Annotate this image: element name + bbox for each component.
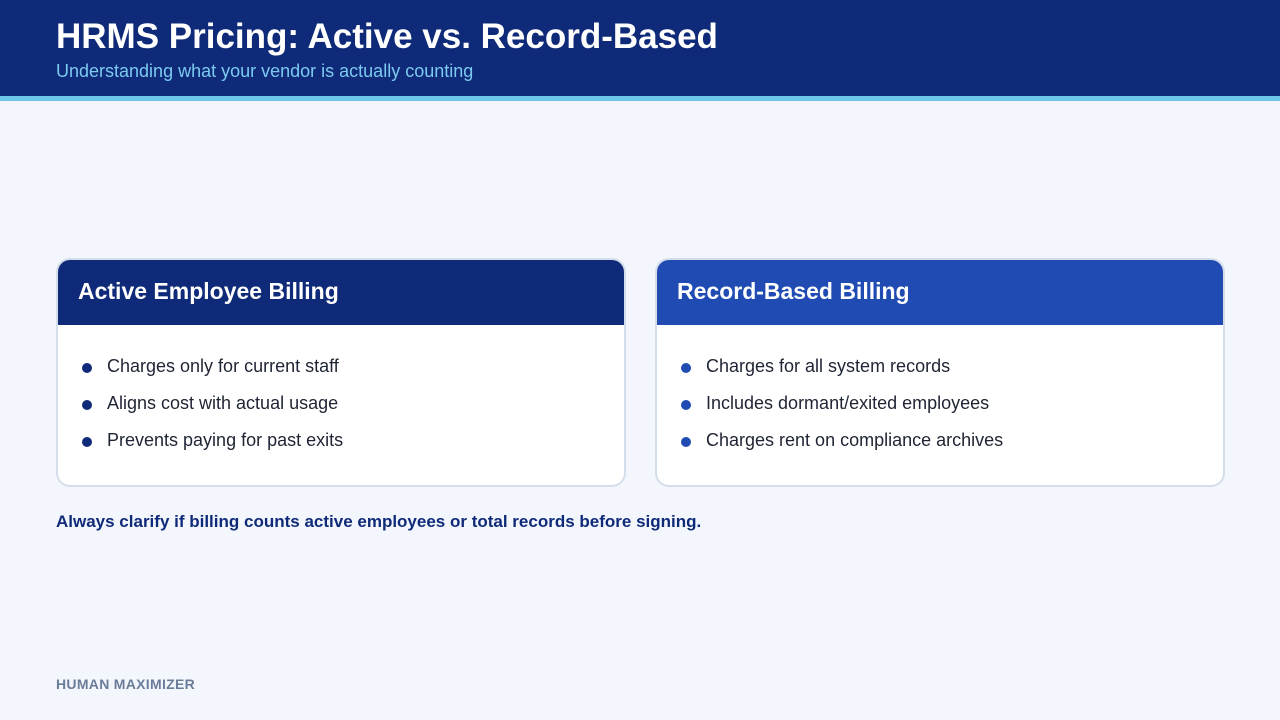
list-item-text: Charges rent on compliance archives (706, 430, 1004, 450)
card-title: Active Employee Billing (78, 278, 339, 304)
list-item: Charges rent on compliance archives (681, 422, 1223, 459)
list-item: Charges only for current staff (82, 348, 624, 385)
header-bar: HRMS Pricing: Active vs. Record-Based Un… (0, 0, 1280, 96)
list-item-text: Charges only for current staff (107, 356, 339, 376)
bullet-icon (82, 437, 92, 447)
card-list: Charges only for current staff Aligns co… (58, 325, 624, 459)
page-subtitle: Understanding what your vendor is actual… (56, 61, 474, 81)
card-title: Record-Based Billing (677, 278, 910, 304)
card-header: Record-Based Billing (657, 260, 1223, 325)
list-item: Charges for all system records (681, 348, 1223, 385)
bullet-icon (681, 437, 691, 447)
page-title: HRMS Pricing: Active vs. Record-Based (56, 17, 718, 56)
list-item-text: Aligns cost with actual usage (107, 393, 339, 413)
footer-brand: HUMAN MAXIMIZER (56, 676, 196, 692)
list-item: Includes dormant/exited employees (681, 385, 1223, 422)
list-item: Aligns cost with actual usage (82, 385, 624, 422)
list-item: Prevents paying for past exits (82, 422, 624, 459)
card-header: Active Employee Billing (58, 260, 624, 325)
record-billing-card: Record-Based Billing Charges for all sys… (655, 258, 1225, 487)
list-item-text: Prevents paying for past exits (107, 430, 344, 450)
active-billing-card: Active Employee Billing Charges only for… (56, 258, 626, 487)
card-list: Charges for all system records Includes … (657, 325, 1223, 459)
list-item-text: Includes dormant/exited employees (706, 393, 990, 413)
callout-text: Always clarify if billing counts active … (56, 512, 702, 531)
bullet-icon (82, 363, 92, 373)
bullet-icon (681, 400, 691, 410)
list-item-text: Charges for all system records (706, 356, 951, 376)
header-accent-rule (0, 96, 1280, 101)
bullet-icon (82, 400, 92, 410)
bullet-icon (681, 363, 691, 373)
